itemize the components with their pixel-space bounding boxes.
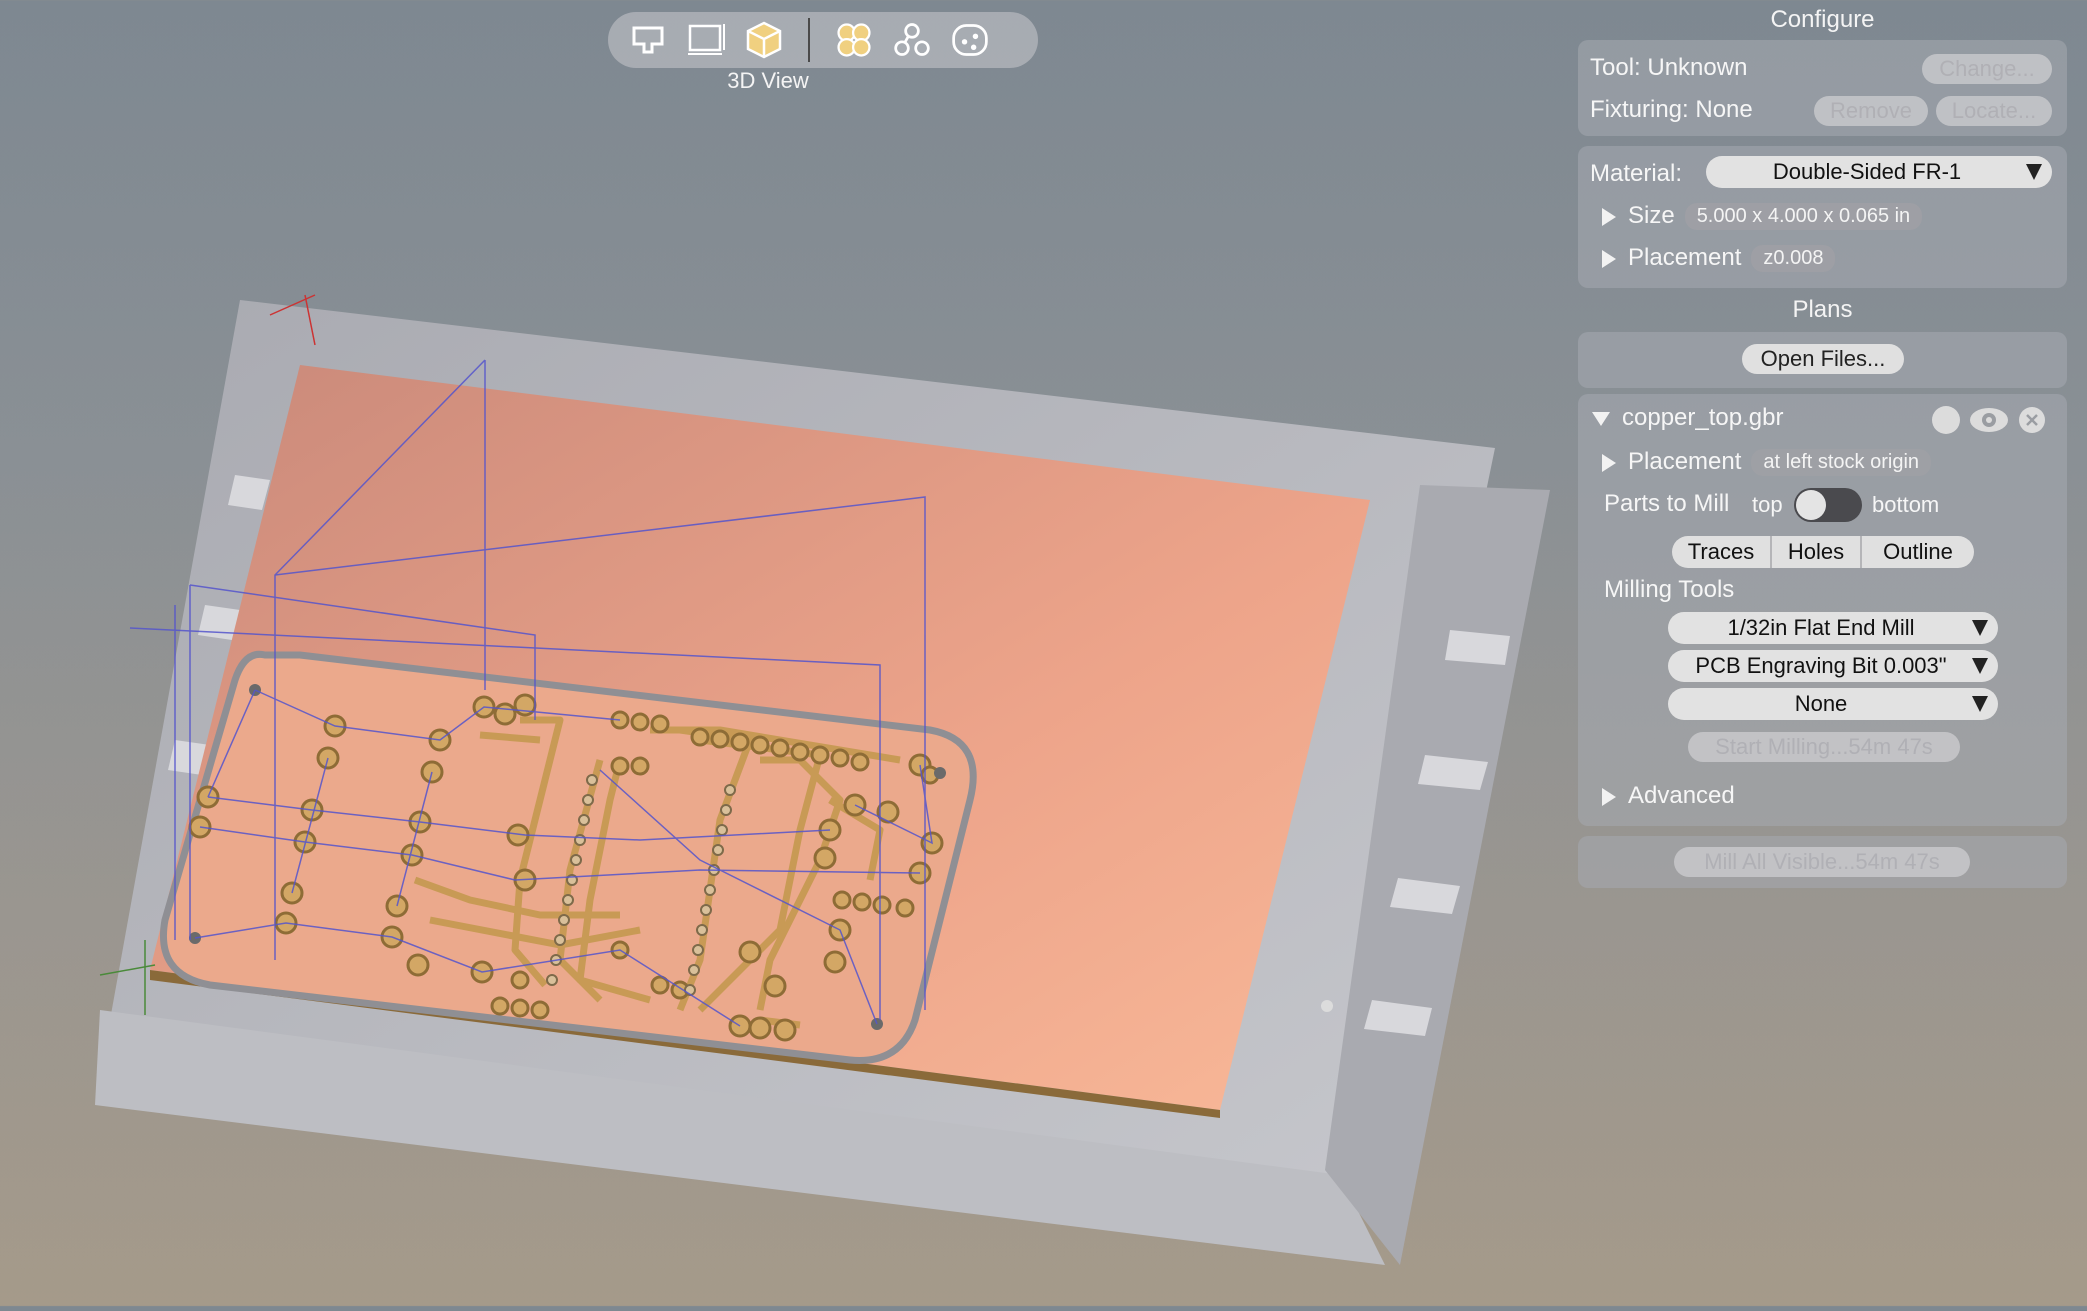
top-bottom-toggle[interactable] [1794,488,1862,522]
tool-fixturing-box: Tool: Unknown Change... Fixturing: None … [1578,40,2067,136]
file-header[interactable]: copper_top.gbr [1592,404,1783,432]
3d-viewport[interactable] [0,0,1560,1306]
open-files-button[interactable]: Open Files... [1742,344,1904,374]
view-toolbar [608,12,1038,68]
size-value: 5.000 x 4.000 x 0.065 in [1684,203,1923,231]
dropdown-arrow-icon [1972,620,1988,636]
stock-placement-row[interactable]: Placement z0.008 [1602,244,1836,273]
change-tool-button[interactable]: Change... [1922,54,2052,84]
disclosure-triangle-icon [1602,249,1616,268]
milling-tool-dropdown-3[interactable]: None [1668,688,1998,720]
advanced-label: Advanced [1628,782,1735,809]
size-row[interactable]: Size 5.000 x 4.000 x 0.065 in [1602,202,1923,231]
plans-title: Plans [1792,296,1853,323]
mill-all-box: Mill All Visible...54m 47s [1578,836,2067,888]
file-name: copper_top.gbr [1622,404,1784,431]
stock-placement-value: z0.008 [1751,245,1836,273]
plan-file-box: copper_top.gbr Placement at left stock or… [1578,394,2067,826]
dropdown-arrow-icon [1972,658,1988,674]
fixturing-label: Fixturing: None [1590,96,1753,123]
mill-parts-segmented: Traces Holes Outline [1672,536,1974,568]
toggle-bottom-label: bottom [1872,492,1940,517]
top-view-icon[interactable] [628,20,668,60]
milling-tool-dropdown-1[interactable]: 1/32in Flat End Mill [1668,612,1998,644]
milling-tool-3: None [1794,691,1848,716]
toggle-knob [1796,490,1826,520]
side-view-icon[interactable] [686,20,726,60]
start-milling-button[interactable]: Start Milling...54m 47s [1688,732,1960,762]
material-label: Material: [1590,160,1683,187]
parts-to-mill-label: Parts to Mill [1604,490,1730,517]
segment-traces[interactable]: Traces [1672,536,1772,568]
scene-svg[interactable] [0,0,1560,1306]
configure-title: Configure [1770,6,1875,33]
disclosure-triangle-icon [1602,207,1616,226]
fixture-peg [1321,1000,1333,1012]
dropdown-arrow-icon [2026,164,2042,180]
show-traces-icon[interactable] [892,20,932,60]
disclosure-triangle-icon [1602,453,1616,472]
milling-tool-2: PCB Engraving Bit 0.003" [1695,653,1947,678]
visibility-eye-icon[interactable] [1968,404,2010,436]
toggle-top-label: top [1752,492,1783,517]
material-value: Double-Sided FR-1 [1772,159,1962,184]
dropdown-arrow-icon [1972,696,1988,712]
rail-rib [1445,630,1510,665]
mill-all-visible-button[interactable]: Mill All Visible...54m 47s [1674,847,1970,877]
3d-view-icon[interactable] [744,20,784,60]
show-holes-icon[interactable] [950,20,990,60]
side-panel: Configure Tool: Unknown Change... Fixtur… [1578,0,2067,1306]
open-files-box: Open Files... [1578,332,2067,388]
material-box: Material: Double-Sided FR-1 Size 5.000 x … [1578,146,2067,288]
view-mode-label: 3D View [727,68,809,93]
disclosure-open-icon [1592,411,1610,426]
close-file-icon[interactable] [2018,406,2046,434]
show-all-layers-icon[interactable] [834,20,874,60]
segment-outline[interactable]: Outline [1862,536,1974,568]
milling-tools-label: Milling Tools [1604,576,1735,603]
material-dropdown[interactable]: Double-Sided FR-1 [1706,156,2052,188]
disclosure-triangle-icon [1602,787,1616,806]
toolbar-separator [808,18,810,62]
tool-label: Tool: Unknown [1590,54,1748,81]
advanced-row[interactable]: Advanced [1602,782,1735,810]
file-placement-label: Placement [1628,448,1742,475]
milling-tool-dropdown-2[interactable]: PCB Engraving Bit 0.003" [1668,650,1998,682]
segment-holes[interactable]: Holes [1772,536,1862,568]
file-placement-value: at left stock origin [1751,449,1932,477]
milling-tool-1: 1/32in Flat End Mill [1727,615,1915,640]
locate-fixture-button[interactable]: Locate... [1936,96,2052,126]
reload-icon[interactable] [1932,406,1960,434]
remove-fixture-button[interactable]: Remove [1814,96,1928,126]
stock-placement-label: Placement [1628,244,1742,271]
file-placement-row[interactable]: Placement at left stock origin [1602,448,1932,477]
size-label: Size [1628,202,1675,229]
